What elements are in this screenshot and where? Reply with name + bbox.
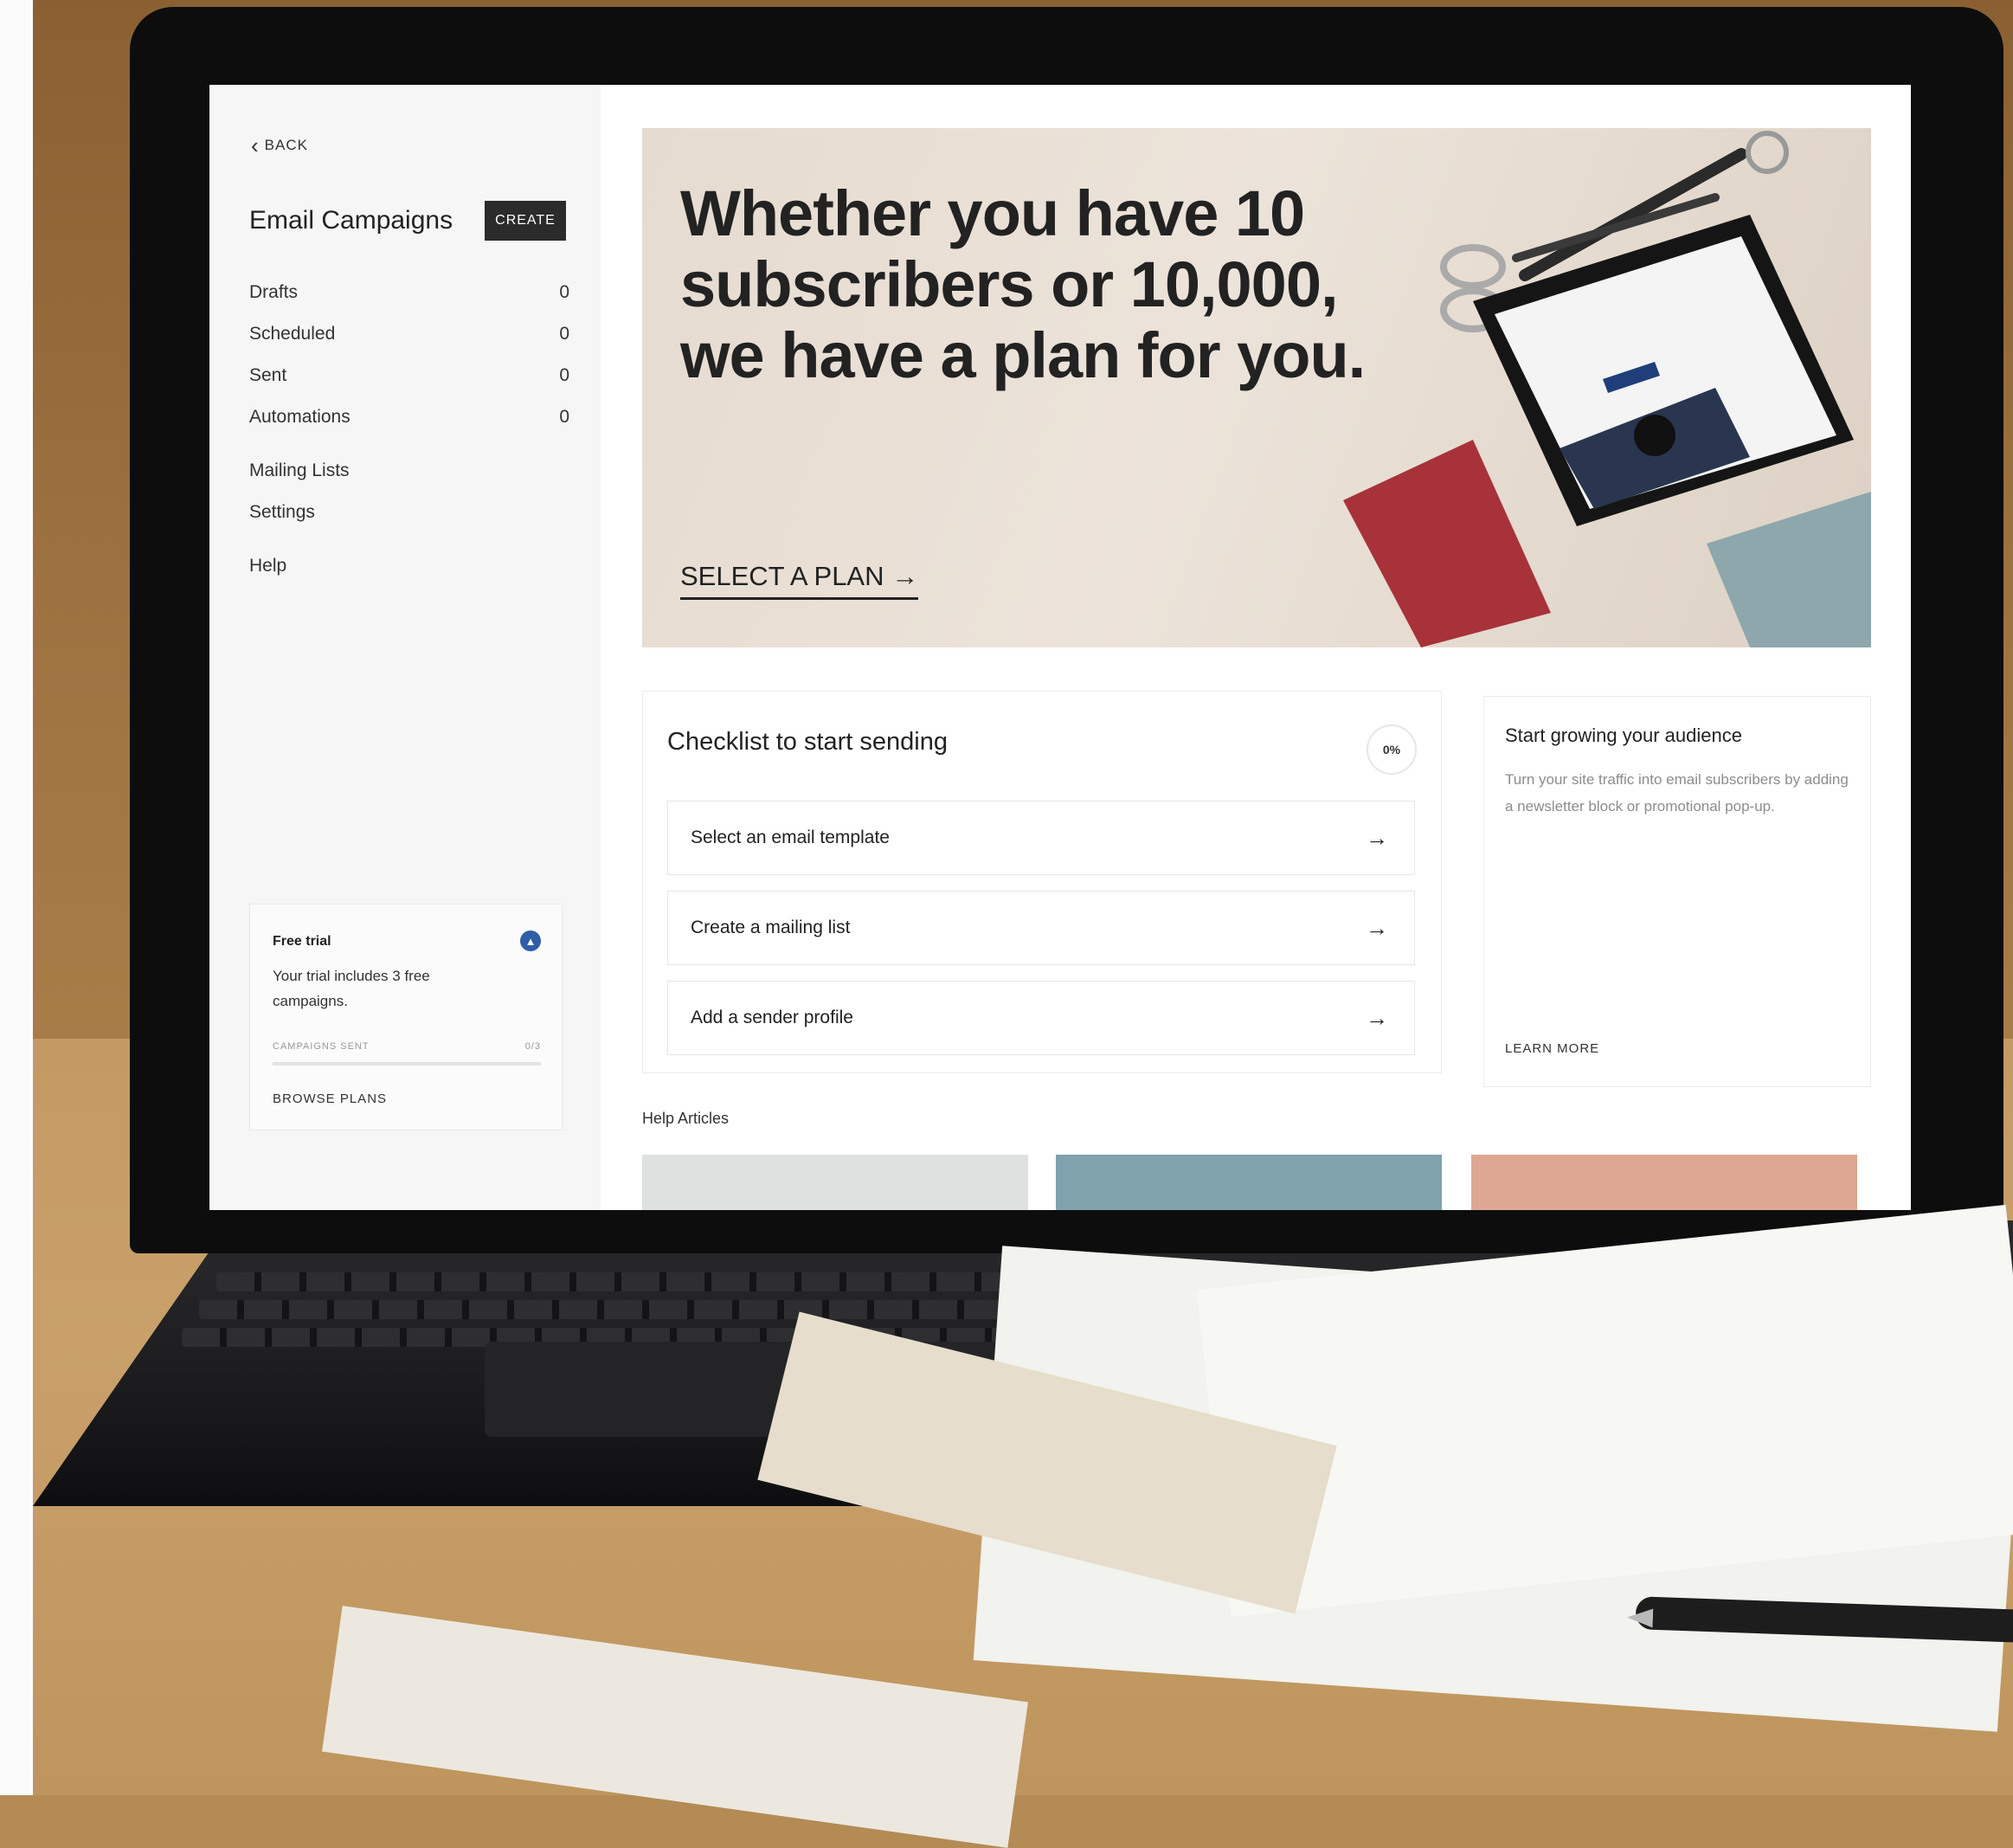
- sidebar-item-label: Mailing Lists: [249, 460, 350, 480]
- sidebar-item-count: 0: [559, 324, 569, 344]
- sidebar-item-count: 0: [559, 282, 569, 302]
- sidebar-item-settings[interactable]: Settings: [249, 502, 569, 523]
- trial-progress-bar: [273, 1062, 541, 1066]
- sidebar-item-sent[interactable]: Sent 0: [249, 365, 569, 386]
- free-trial-card: Free trial ▲ Your trial includes 3 free …: [249, 904, 563, 1130]
- notebook-image: [1343, 440, 1551, 647]
- checklist-item-label: Select an email template: [691, 827, 890, 847]
- chevron-up-icon[interactable]: ▲: [520, 930, 541, 951]
- audience-card: Start growing your audience Turn your si…: [1483, 696, 1871, 1087]
- trial-title: Free trial: [273, 934, 331, 949]
- sidebar-item-mailing-lists[interactable]: Mailing Lists: [249, 460, 569, 481]
- checklist-item-email-template[interactable]: Select an email template →: [667, 801, 1415, 875]
- help-article-card[interactable]: [1471, 1155, 1857, 1210]
- sidebar-item-count: 0: [559, 407, 569, 427]
- arrow-right-icon: →: [1366, 824, 1388, 851]
- campaigns-sent-label: CAMPAIGNS SENT: [273, 1041, 370, 1052]
- audience-description: Turn your site traffic into email subscr…: [1505, 771, 1849, 815]
- arrow-right-icon: →: [1366, 1004, 1388, 1031]
- sidebar-item-label: Automations: [249, 407, 351, 427]
- help-articles-title: Help Articles: [642, 1110, 730, 1127]
- back-label: BACK: [264, 137, 308, 153]
- browse-plans-link[interactable]: BROWSE PLANS: [273, 1091, 387, 1106]
- sidebar-item-help[interactable]: Help: [249, 556, 569, 576]
- checklist-item-mailing-list[interactable]: Create a mailing list →: [667, 891, 1415, 965]
- back-link[interactable]: ‹ BACK: [251, 132, 308, 158]
- sidebar-item-count: 0: [559, 365, 569, 385]
- sidebar-item-drafts[interactable]: Drafts 0: [249, 282, 569, 303]
- sidebar-title: Email Campaigns: [249, 206, 453, 235]
- chevron-left-icon: ‹: [251, 132, 260, 158]
- help-article-card[interactable]: [642, 1155, 1028, 1210]
- sidebar-item-label: Sent: [249, 365, 287, 385]
- sidebar-item-label: Settings: [249, 502, 315, 522]
- checklist-item-sender-profile[interactable]: Add a sender profile →: [667, 981, 1415, 1055]
- checklist-card: Checklist to start sending 0% Select an …: [642, 691, 1442, 1073]
- sidebar-item-label: Help: [249, 556, 287, 576]
- image-border: [0, 0, 33, 1795]
- keyboard-row: [216, 1272, 1064, 1291]
- checklist-item-label: Create a mailing list: [691, 918, 851, 937]
- sidebar-item-label: Scheduled: [249, 324, 336, 344]
- checklist-progress-badge: 0%: [1367, 724, 1417, 775]
- sidebar: ‹ BACK Email Campaigns CREATE Drafts 0 S…: [209, 85, 601, 1210]
- sidebar-item-scheduled[interactable]: Scheduled 0: [249, 324, 569, 344]
- checklist-title: Checklist to start sending: [667, 728, 948, 756]
- hero-headline: Whether you have 10 subscribers or 10,00…: [680, 177, 1366, 391]
- arrow-right-icon: →: [1366, 914, 1388, 941]
- keyboard-image: [1707, 492, 1871, 647]
- trial-meta: CAMPAIGNS SENT 0/3: [273, 1041, 541, 1052]
- tablet-image: [1473, 215, 1854, 526]
- campaigns-sent-value: 0/3: [524, 1041, 541, 1052]
- checklist-item-label: Add a sender profile: [691, 1008, 853, 1027]
- sidebar-item-automations[interactable]: Automations 0: [249, 407, 569, 428]
- sidebar-item-label: Drafts: [249, 282, 299, 302]
- trial-description: Your trial includes 3 free campaigns.: [273, 968, 430, 1009]
- laptop-screen: ‹ BACK Email Campaigns CREATE Drafts 0 S…: [209, 85, 1911, 1210]
- audience-title: Start growing your audience: [1505, 724, 1742, 746]
- keyboard-row: [199, 1300, 1064, 1319]
- help-article-card[interactable]: [1056, 1155, 1442, 1210]
- select-plan-link[interactable]: SELECT A PLAN →: [680, 561, 919, 600]
- hero-banner: Whether you have 10 subscribers or 10,00…: [642, 128, 1871, 647]
- create-button[interactable]: CREATE: [485, 201, 566, 241]
- learn-more-link[interactable]: LEARN MORE: [1505, 1041, 1599, 1056]
